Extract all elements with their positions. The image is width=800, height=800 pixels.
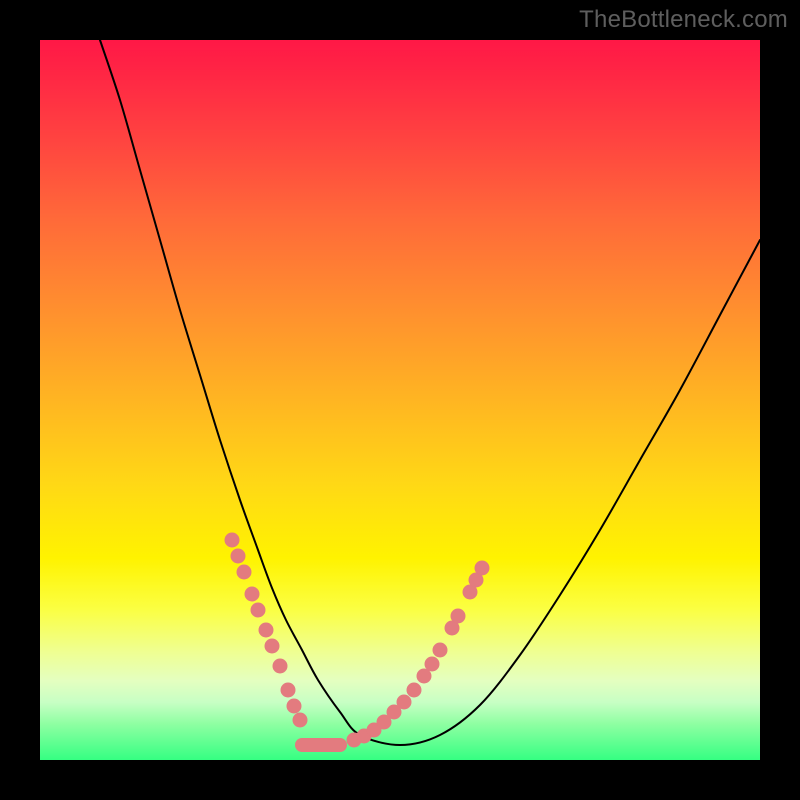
bead-marker [451, 609, 466, 624]
bottleneck-curve [100, 40, 760, 745]
bead-marker [397, 695, 412, 710]
watermark-text: TheBottleneck.com [579, 6, 788, 34]
bead-marker [293, 713, 308, 728]
bead-marker [407, 683, 422, 698]
bead-marker [425, 657, 440, 672]
bead-marker [265, 639, 280, 654]
bead-marker [237, 565, 252, 580]
bead-marker [475, 561, 490, 576]
bead-marker [287, 699, 302, 714]
plot-area [40, 40, 760, 760]
bead-marker [259, 623, 274, 638]
bead-marker [433, 643, 448, 658]
bead-marker [251, 603, 266, 618]
bead-marker [231, 549, 246, 564]
bead-marker [245, 587, 260, 602]
bead-marker [225, 533, 240, 548]
bead-marker [281, 683, 296, 698]
bead-marker [273, 659, 288, 674]
chart-frame: TheBottleneck.com [0, 0, 800, 800]
curve-svg [40, 40, 760, 760]
